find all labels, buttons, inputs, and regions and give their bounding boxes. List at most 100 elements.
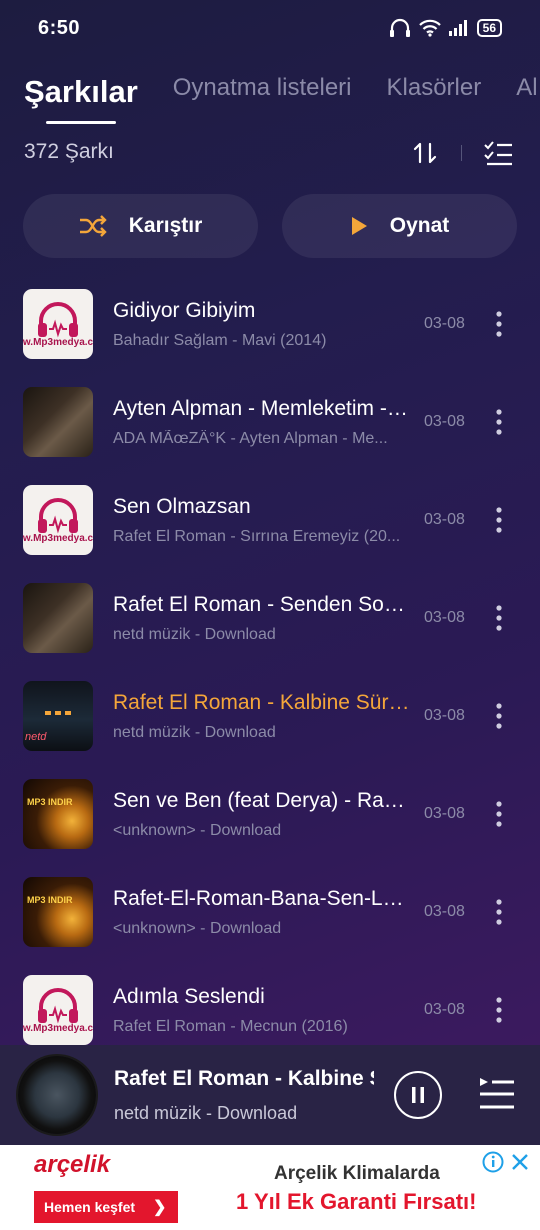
player-title: Rafet El Roman - Kalbine Sürgün <box>114 1066 374 1090</box>
song-title: Ayten Alpman - Memleketim - 1974... <box>113 396 410 420</box>
song-info: Sen Olmazsan Rafet El Roman - Sırrına Er… <box>113 495 410 546</box>
more-vertical-icon <box>496 507 502 533</box>
ad-banner[interactable]: arçelik Hemen keşfet ❯ Arçelik Klimalarda… <box>0 1145 540 1230</box>
shuffle-button[interactable]: Karıştır <box>23 194 258 258</box>
sort-button[interactable] <box>409 137 441 169</box>
multi-select-button[interactable] <box>482 137 514 169</box>
mini-player[interactable]: Rafet El Roman - Kalbine Sürgün netd müz… <box>0 1045 540 1145</box>
song-title: Sen ve Ben (feat Derya) - Rafet El... <box>113 788 410 812</box>
divider <box>461 145 462 161</box>
album-art: MP3 INDIR <box>23 877 93 947</box>
song-date: 03-08 <box>424 413 465 430</box>
song-subtitle: <unknown> - Download <box>113 919 282 937</box>
wifi-icon <box>418 19 441 37</box>
song-info: Rafet El Roman - Kalbine Sürgün... netd … <box>113 691 410 742</box>
song-subtitle: <unknown> - Download <box>113 821 282 839</box>
tab-folders[interactable]: Klasörler <box>387 74 482 110</box>
more-vertical-icon <box>496 899 502 925</box>
song-info: Rafet-El-Roman-Bana-Sen-Lazımsın <unknow… <box>113 887 410 938</box>
song-date: 03-08 <box>424 511 465 528</box>
more-options-button[interactable] <box>482 402 516 442</box>
more-options-button[interactable] <box>482 304 516 344</box>
song-date: 03-08 <box>424 315 465 332</box>
more-vertical-icon <box>496 605 502 631</box>
play-controls: Karıştır Oynat <box>23 194 517 258</box>
song-row[interactable]: MP3 INDIR Rafet-El-Roman-Bana-Sen-Lazıms… <box>0 863 540 961</box>
song-title: Rafet El Roman - Senden Sonra... <box>113 592 410 616</box>
album-art: netd <box>23 681 93 751</box>
status-bar: 6:50 56 <box>0 0 540 56</box>
ad-offer: 1 Yıl Ek Garanti Fırsatı! <box>236 1189 477 1214</box>
ad-cta-button[interactable]: Hemen keşfet ❯ <box>34 1191 178 1223</box>
album-art: MP3 INDIR <box>23 779 93 849</box>
headphones-icon <box>38 497 78 533</box>
album-art-disc[interactable] <box>18 1056 96 1134</box>
song-subtitle: netd müzik - Download <box>113 625 276 643</box>
song-list: w.Mp3medya.c Gidiyor Gibiyim Bahadır Sağ… <box>0 275 540 1059</box>
song-row[interactable]: w.Mp3medya.c Gidiyor Gibiyim Bahadır Sağ… <box>0 275 540 373</box>
tab-songs[interactable]: Şarkılar <box>24 74 138 124</box>
song-subtitle: Rafet El Roman - Sırrına Eremeyiz (20... <box>113 527 401 545</box>
shuffle-label: Karıştır <box>128 214 203 237</box>
pause-icon <box>412 1087 424 1103</box>
song-info: Rafet El Roman - Senden Sonra... netd mü… <box>113 593 410 644</box>
song-subtitle: netd müzik - Download <box>113 723 276 741</box>
tab-albums[interactable]: Al <box>516 74 537 110</box>
sort-icon <box>413 142 437 164</box>
more-vertical-icon <box>496 703 502 729</box>
play-all-button[interactable]: Oynat <box>282 194 517 258</box>
ad-cta-label: Hemen keşfet <box>44 1199 136 1215</box>
ad-controls <box>482 1151 530 1173</box>
more-options-button[interactable] <box>482 598 516 638</box>
song-subtitle: ADA MÃœZÄ°K - Ayten Alpman - Me... <box>113 429 388 447</box>
album-art: w.Mp3medya.c <box>23 975 93 1045</box>
song-row[interactable]: netd Rafet El Roman - Kalbine Sürgün... … <box>0 667 540 765</box>
more-options-button[interactable] <box>482 990 516 1030</box>
song-title: Rafet-El-Roman-Bana-Sen-Lazımsın <box>113 886 410 910</box>
mp3-indir-logo: MP3 INDIR <box>27 895 73 905</box>
song-date: 03-08 <box>424 609 465 626</box>
headphones-icon <box>38 987 78 1023</box>
song-row[interactable]: Rafet El Roman - Senden Sonra... netd mü… <box>0 569 540 667</box>
headphones-icon <box>38 301 78 337</box>
song-row[interactable]: MP3 INDIR Sen ve Ben (feat Derya) - Rafe… <box>0 765 540 863</box>
close-icon[interactable] <box>510 1152 530 1172</box>
more-vertical-icon <box>496 801 502 827</box>
song-info: Sen ve Ben (feat Derya) - Rafet El... <u… <box>113 789 410 840</box>
song-row[interactable]: Ayten Alpman - Memleketim - 1974... ADA … <box>0 373 540 471</box>
info-icon[interactable] <box>482 1151 504 1173</box>
tab-bar: Şarkılar Oynatma listeleri Klasörler Al <box>24 74 538 124</box>
battery-icon: 56 <box>476 19 502 37</box>
checklist-icon <box>484 141 512 166</box>
play-icon <box>351 217 367 235</box>
song-title: Rafet El Roman - Kalbine Sürgün... <box>113 690 410 714</box>
song-date: 03-08 <box>424 707 465 724</box>
more-vertical-icon <box>496 409 502 435</box>
player-subtitle: netd müzik - Download <box>114 1102 298 1123</box>
song-date: 03-08 <box>424 1001 465 1018</box>
more-vertical-icon <box>496 997 502 1023</box>
album-art <box>23 583 93 653</box>
song-title: Gidiyor Gibiyim <box>113 298 256 322</box>
song-row[interactable]: w.Mp3medya.c Sen Olmazsan Rafet El Roman… <box>0 471 540 569</box>
queue-icon <box>480 1077 514 1108</box>
arrow-right-icon: ❯ <box>153 1199 167 1216</box>
ad-headline: Arçelik Klimalarda <box>274 1163 440 1184</box>
shuffle-icon <box>79 215 107 237</box>
album-art: w.Mp3medya.c <box>23 289 93 359</box>
more-options-button[interactable] <box>482 892 516 932</box>
status-icons: 56 <box>389 18 502 38</box>
more-options-button[interactable] <box>482 500 516 540</box>
more-options-button[interactable] <box>482 696 516 736</box>
tab-playlists[interactable]: Oynatma listeleri <box>173 74 352 110</box>
queue-button[interactable] <box>478 1076 516 1115</box>
song-subtitle: Rafet El Roman - Mecnun (2016) <box>113 1017 348 1035</box>
song-info: Gidiyor Gibiyim Bahadır Sağlam - Mavi (2… <box>113 299 410 350</box>
song-info: Ayten Alpman - Memleketim - 1974... ADA … <box>113 397 410 448</box>
player-info[interactable]: Rafet El Roman - Kalbine Sürgün netd müz… <box>114 1067 374 1124</box>
more-options-button[interactable] <box>482 794 516 834</box>
song-count: 372 Şarkı <box>24 140 114 163</box>
headphones-icon <box>389 18 410 37</box>
pause-button[interactable] <box>394 1071 442 1119</box>
song-info: Adımla Seslendi Rafet El Roman - Mecnun … <box>113 985 410 1036</box>
